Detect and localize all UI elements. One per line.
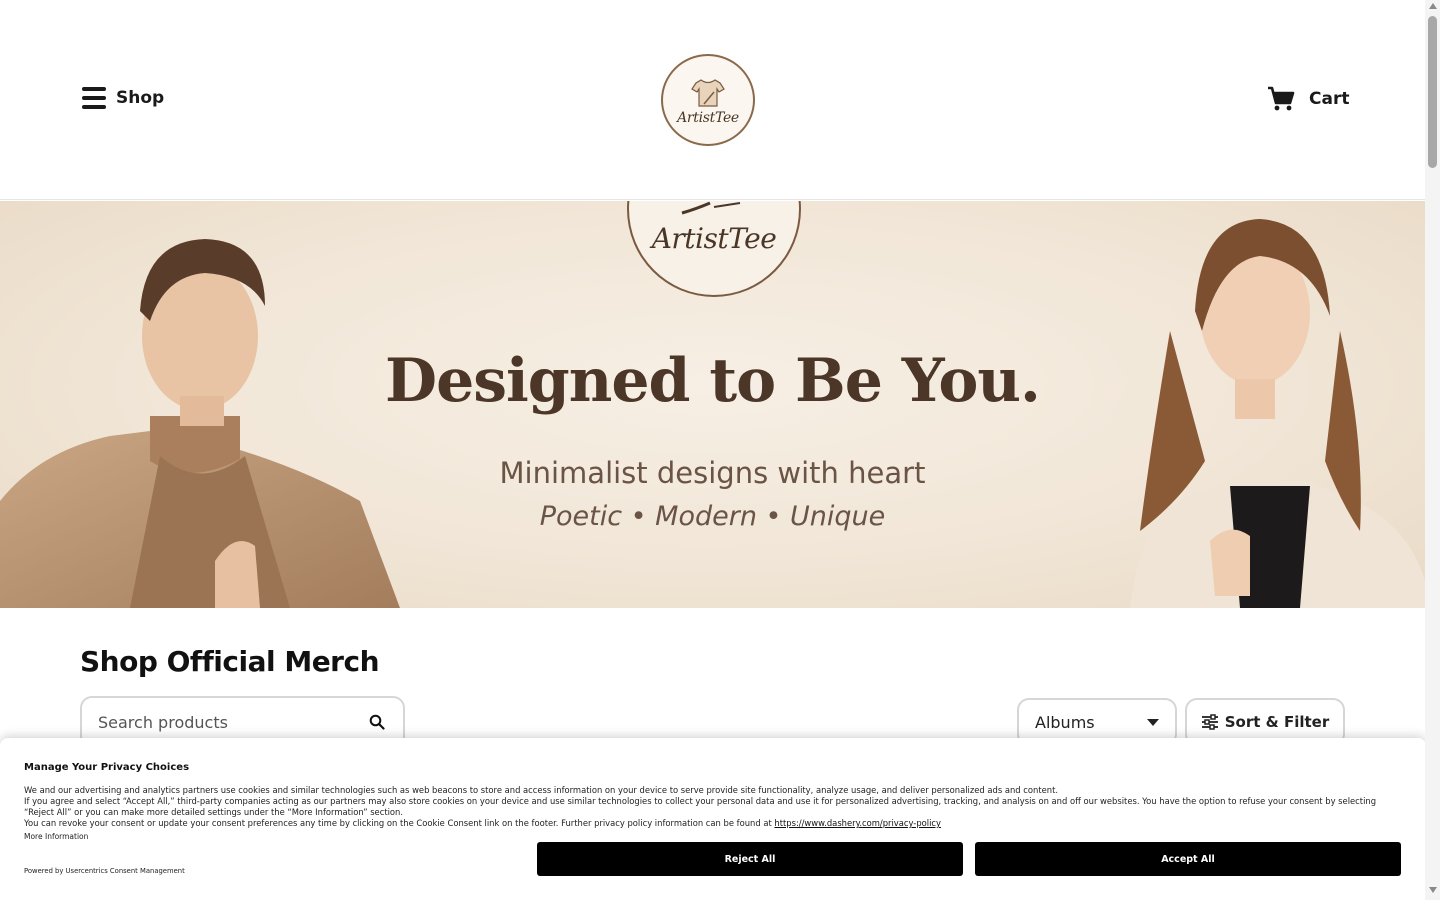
privacy-policy-link[interactable]: https://www.dashery.com/privacy-policy	[774, 818, 941, 828]
cookie-consent-banner: Manage Your Privacy Choices We and our a…	[0, 738, 1426, 900]
reject-all-button[interactable]: Reject All	[537, 842, 963, 876]
chevron-down-icon	[1147, 718, 1159, 726]
brand-logo[interactable]: ArtistTee	[661, 54, 755, 146]
section-title: Shop Official Merch	[80, 645, 380, 678]
consent-text-line-3-text: You can revoke your consent or update yo…	[24, 818, 772, 828]
scrollbar-thumb[interactable]	[1428, 16, 1437, 168]
consent-text-line-2: If you agree and select “Accept All,” th…	[24, 796, 1377, 817]
cart-button[interactable]: Cart	[1267, 86, 1349, 112]
accept-all-button[interactable]: Accept All	[975, 842, 1401, 876]
search-icon[interactable]	[369, 714, 385, 730]
hamburger-icon	[82, 86, 106, 110]
scroll-up-arrow-icon[interactable]	[1429, 3, 1437, 9]
hero-logo-text: ArtistTee	[651, 222, 777, 255]
cart-icon	[1268, 86, 1295, 111]
site-header: Shop ArtistTee Cart	[0, 0, 1425, 200]
category-dropdown-value: Albums	[1035, 712, 1095, 732]
search-input[interactable]	[98, 712, 369, 732]
shop-menu-button[interactable]: Shop	[82, 86, 164, 110]
consent-body: We and our advertising and analytics par…	[24, 785, 1404, 829]
hero-logo: ArtistTee	[627, 201, 801, 297]
consent-title: Manage Your Privacy Choices	[24, 762, 190, 773]
more-information-link[interactable]: More Information	[24, 832, 88, 841]
cart-label: Cart	[1309, 89, 1350, 109]
powered-by-text: Powered by Usercentrics Consent Manageme…	[24, 867, 185, 875]
tshirt-icon	[691, 79, 725, 107]
sliders-icon	[1201, 714, 1218, 730]
page-scrollbar[interactable]	[1425, 0, 1440, 900]
shop-menu-label: Shop	[116, 88, 165, 108]
sort-filter-label: Sort & Filter	[1224, 713, 1330, 731]
consent-text-line-1: We and our advertising and analytics par…	[24, 785, 1059, 795]
paintbrush-icon	[681, 201, 741, 215]
hero-banner: ArtistTee Designed to Be You. Minimalist…	[0, 201, 1425, 608]
consent-text-line-3: You can revoke your consent or update yo…	[24, 818, 1404, 829]
brand-logo-text: ArtistTee	[677, 110, 739, 126]
scroll-down-arrow-icon[interactable]	[1429, 887, 1437, 893]
hero-model-right-image	[1130, 219, 1425, 608]
page: Shop ArtistTee Cart ArtistTee Designed t…	[0, 0, 1440, 900]
